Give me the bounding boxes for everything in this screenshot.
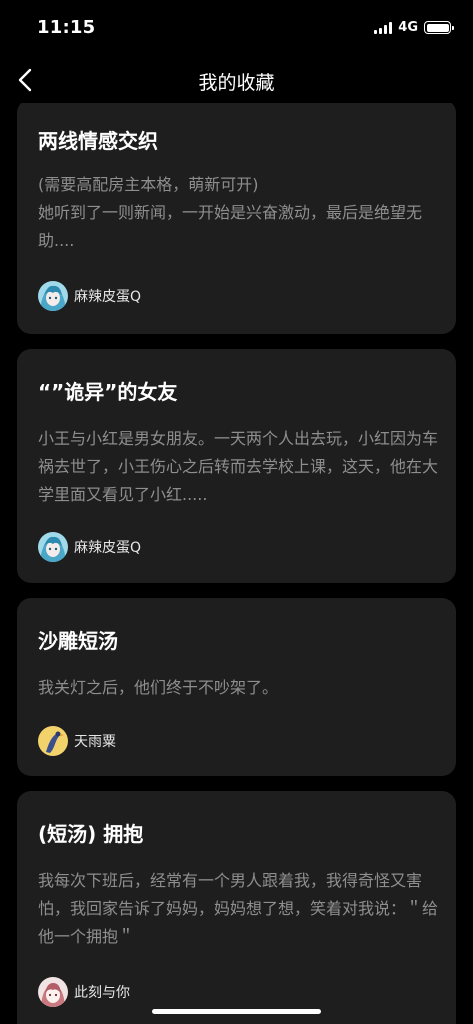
- network-type: 4G: [398, 20, 418, 35]
- card-author[interactable]: 此刻与你: [38, 977, 130, 1007]
- favorite-card[interactable]: (短汤) 拥抱 我每次下班后，经常有一个男人跟着我，我得奇怪又害怕，我回家告诉了…: [17, 791, 456, 1024]
- avatar: [38, 532, 68, 562]
- favorite-card[interactable]: 两线情感交织 (需要高配房主本格，萌新可开) 她听到了一则新闻，一开始是兴奋激动…: [17, 103, 456, 334]
- status-bar: 11:15 4G: [0, 0, 473, 56]
- avatar: [38, 726, 68, 756]
- status-indicators: 4G: [374, 20, 454, 35]
- card-author[interactable]: 麻辣皮蛋Q: [38, 532, 141, 562]
- card-description-line: (需要高配房主本格，萌新可开): [38, 175, 259, 194]
- card-author[interactable]: 天雨粟: [38, 726, 116, 756]
- card-description: (需要高配房主本格，萌新可开) 她听到了一则新闻，一开始是兴奋激动，最后是绝望无…: [38, 171, 438, 255]
- author-name: 麻辣皮蛋Q: [74, 289, 142, 305]
- author-name: 此刻与你: [74, 985, 130, 1001]
- avatar: [38, 281, 68, 311]
- status-time: 11:15: [37, 17, 96, 38]
- signal-icon: [374, 21, 393, 34]
- favorites-screen: 11:15 4G 我的收藏 两线情感交织 (需要高配房主本格，萌新可开) 她听到…: [0, 0, 473, 1024]
- card-title: “”诡异”的女友: [38, 380, 178, 404]
- card-title: (短汤) 拥抱: [38, 822, 144, 846]
- card-description: 我关灯之后，他们终于不吵架了。: [38, 678, 279, 697]
- author-name: 天雨粟: [74, 734, 116, 750]
- card-description: 我每次下班后，经常有一个男人跟着我，我得奇怪又害怕，我回家告诉了妈妈，妈妈想了想…: [38, 871, 439, 946]
- favorites-list[interactable]: 两线情感交织 (需要高配房主本格，萌新可开) 她听到了一则新闻，一开始是兴奋激动…: [0, 103, 473, 1024]
- favorite-card[interactable]: “”诡异”的女友 小王与小红是男女朋友。一天两个人出去玩，小红因为车祸去世了，小…: [17, 349, 456, 583]
- card-title: 沙雕短汤: [38, 629, 118, 653]
- card-author[interactable]: 麻辣皮蛋Q: [38, 281, 141, 311]
- card-title: 两线情感交织: [38, 129, 158, 153]
- home-indicator[interactable]: [152, 1009, 321, 1014]
- author-name: 麻辣皮蛋Q: [74, 540, 142, 556]
- page-title: 我的收藏: [198, 72, 275, 94]
- avatar: [38, 977, 68, 1007]
- favorite-card[interactable]: 沙雕短汤 我关灯之后，他们终于不吵架了。 天雨粟: [17, 598, 456, 776]
- card-description-line: 她听到了一则新闻，一开始是兴奋激动，最后是绝望无助....: [38, 203, 423, 250]
- battery-icon: [424, 21, 454, 34]
- card-description: 小王与小红是男女朋友。一天两个人出去玩，小红因为车祸去世了，小王伤心之后转而去学…: [38, 429, 439, 504]
- nav-bar: 我的收藏: [0, 56, 473, 104]
